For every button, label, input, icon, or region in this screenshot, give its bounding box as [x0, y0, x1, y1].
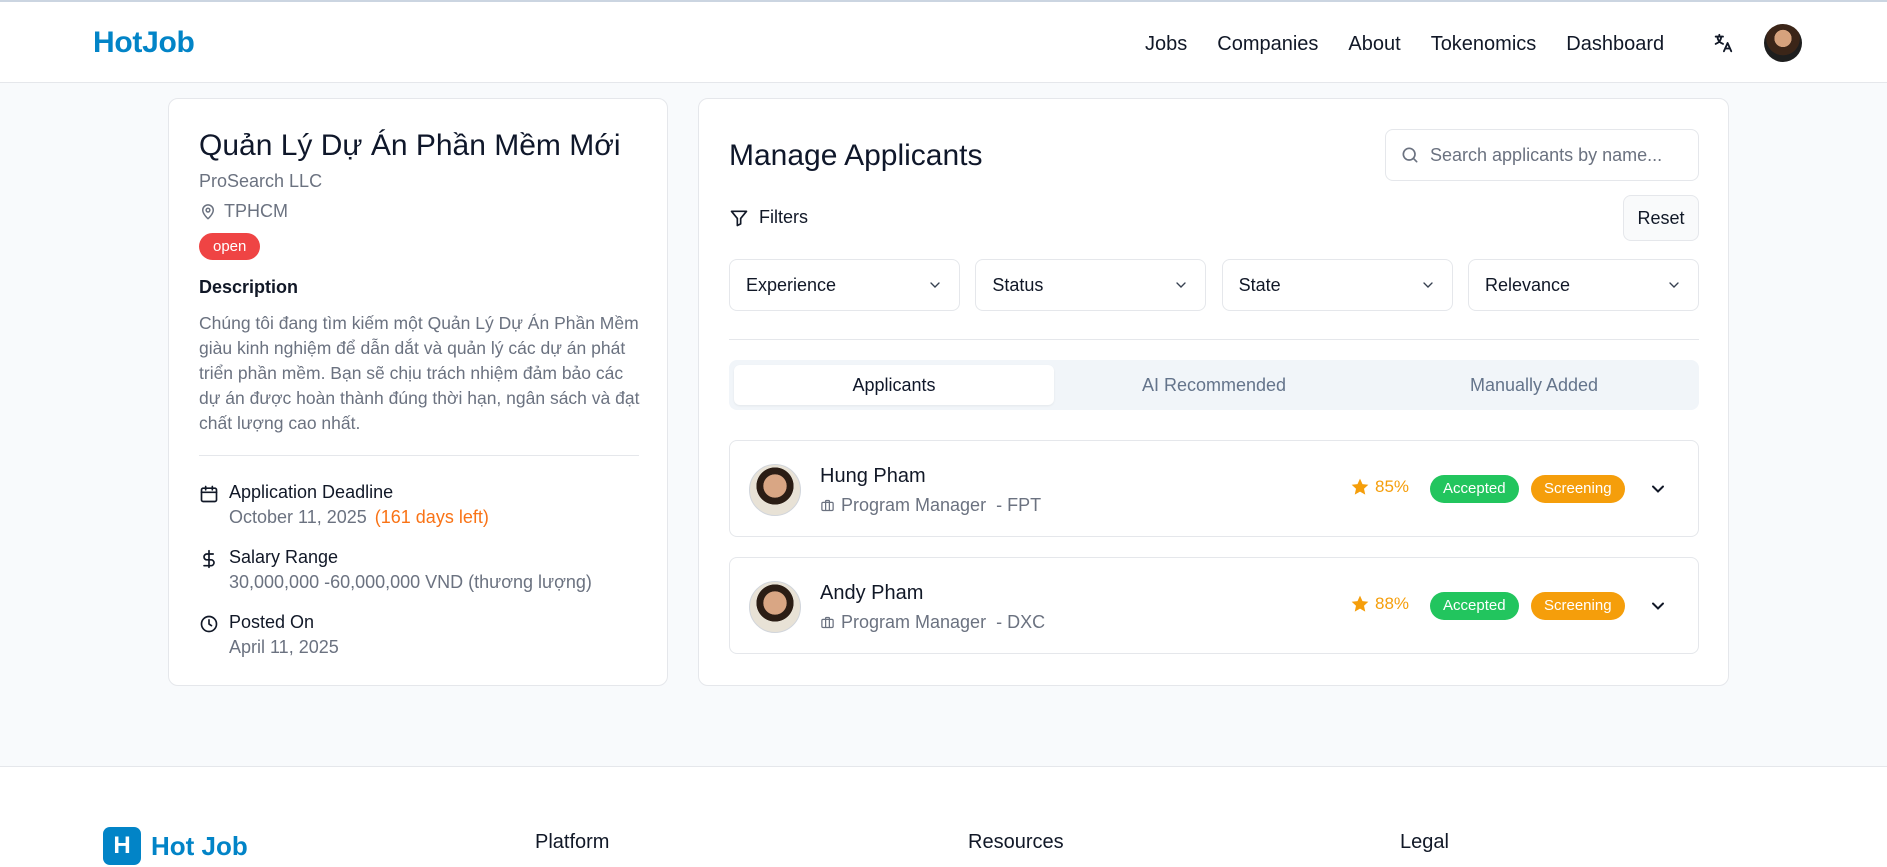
- nav-tokenomics[interactable]: Tokenomics: [1431, 30, 1537, 58]
- tab-applicants[interactable]: Applicants: [734, 365, 1054, 405]
- calendar-icon: [200, 485, 218, 503]
- chevron-down-icon: [1176, 282, 1186, 288]
- star-icon: [1351, 595, 1369, 612]
- briefcase-icon: [821, 499, 834, 512]
- tab-manually-added[interactable]: Manually Added: [1374, 365, 1694, 405]
- page-title: Manage Applicants: [729, 139, 983, 172]
- applicant-name: Hung Pham: [820, 465, 926, 487]
- relevance-select[interactable]: Relevance: [1467, 259, 1699, 311]
- filters-header: Filters: [729, 207, 808, 228]
- search-icon: [1402, 147, 1418, 163]
- filter-icon: [730, 210, 748, 226]
- salary-label: Salary Range: [229, 547, 339, 567]
- deadline-label: Application Deadline: [229, 482, 394, 502]
- search-box: [1385, 129, 1699, 181]
- logo-mark: H: [103, 827, 141, 865]
- status-badge: Accepted: [1430, 475, 1519, 503]
- job-location: TPHCM: [199, 201, 288, 222]
- select-label: Experience: [746, 274, 837, 295]
- applicant-tabs: Applicants AI Recommended Manually Added: [729, 360, 1699, 410]
- salary-section: Salary Range 30,000,000 -60,000,000 VND …: [199, 545, 592, 595]
- chevron-down-icon[interactable]: [1648, 596, 1668, 616]
- score-value: 88%: [1375, 594, 1410, 613]
- filter-selects: Experience Status State Relevance: [729, 259, 1699, 311]
- filters-label: Filters: [759, 207, 808, 227]
- footer-logo[interactable]: H Hot Job: [103, 827, 248, 865]
- divider: [729, 339, 1699, 340]
- manage-applicants-card: Manage Applicants Filters Reset Experien…: [698, 98, 1729, 686]
- tab-ai-recommended[interactable]: AI Recommended: [1054, 365, 1374, 405]
- reset-button[interactable]: Reset: [1623, 195, 1699, 241]
- posted-value: April 11, 2025: [229, 637, 339, 657]
- status-badge: open: [199, 233, 261, 260]
- briefcase-icon: [821, 616, 834, 629]
- applicant-role: Program Manager - DXC: [820, 612, 1045, 633]
- select-label: Status: [992, 274, 1044, 295]
- match-score: 88%: [1350, 594, 1409, 614]
- applicant-avatar: [749, 464, 801, 516]
- avatar[interactable]: [1764, 24, 1802, 62]
- posted-label: Posted On: [229, 612, 315, 632]
- chevron-down-icon[interactable]: [1648, 479, 1668, 499]
- applicant-role: Program Manager - FPT: [820, 495, 1041, 516]
- match-score: 85%: [1350, 477, 1409, 497]
- applicant-row[interactable]: Andy Pham Program Manager - DXC 88% Acce…: [729, 557, 1699, 654]
- description-heading: Description: [199, 277, 299, 297]
- days-left: (161 days left): [374, 507, 489, 527]
- chevron-down-icon: [930, 282, 940, 288]
- footer: H Hot Job Platform Resources Legal: [0, 766, 1887, 867]
- status-badge: Accepted: [1430, 592, 1519, 620]
- nav-companies[interactable]: Companies: [1217, 30, 1318, 58]
- nav-about[interactable]: About: [1348, 30, 1400, 58]
- status-select[interactable]: Status: [975, 259, 1207, 311]
- footer-heading-legal: Legal: [1400, 831, 1449, 853]
- company-text: - FPT: [996, 495, 1042, 515]
- job-title: Quản Lý Dự Án Phần Mềm Mới: [199, 129, 621, 162]
- company-name: ProSearch LLC: [199, 171, 323, 191]
- nav-jobs[interactable]: Jobs: [1145, 30, 1187, 58]
- top-navbar: HotJob Jobs Companies About Tokenomics D…: [0, 2, 1887, 83]
- logo-text: Hot Job: [151, 830, 248, 861]
- dollar-icon: [203, 549, 215, 569]
- clock-icon: [200, 615, 218, 633]
- footer-heading-resources: Resources: [968, 831, 1064, 853]
- stage-badge: Screening: [1531, 592, 1625, 620]
- map-pin-icon: [202, 203, 214, 219]
- score-value: 85%: [1375, 477, 1410, 496]
- chevron-down-icon: [1669, 282, 1679, 288]
- posted-section: Posted On April 11, 2025: [199, 610, 339, 660]
- search-input[interactable]: [1430, 144, 1680, 166]
- nav-dashboard[interactable]: Dashboard: [1566, 30, 1664, 58]
- company-text: - DXC: [996, 612, 1046, 632]
- role-text: Program Manager: [841, 495, 987, 515]
- divider: [199, 455, 639, 456]
- select-label: State: [1238, 274, 1281, 295]
- footer-heading-platform: Platform: [535, 831, 610, 853]
- location-text: TPHCM: [224, 201, 288, 221]
- chevron-down-icon: [1422, 282, 1433, 288]
- deadline-value: October 11, 2025: [229, 507, 367, 527]
- main-nav: Jobs Companies About Tokenomics Dashboar…: [1145, 30, 1694, 58]
- stage-badge: Screening: [1531, 475, 1625, 503]
- star-icon: [1351, 478, 1369, 495]
- deadline-section: Application Deadline October 11, 2025 (16…: [199, 480, 489, 530]
- applicant-name: Andy Pham: [820, 582, 924, 604]
- applicant-row[interactable]: Hung Pham Program Manager - FPT 85% Acce…: [729, 440, 1699, 537]
- salary-value: 30,000,000 -60,000,000 VND (thương lượng…: [229, 572, 592, 592]
- translate-icon[interactable]: [1712, 32, 1734, 54]
- role-text: Program Manager: [841, 612, 987, 632]
- logo[interactable]: HotJob: [93, 26, 195, 60]
- experience-select[interactable]: Experience: [729, 259, 960, 311]
- applicant-avatar: [749, 581, 801, 633]
- job-details-card: Quản Lý Dự Án Phần Mềm Mới ProSearch LLC…: [168, 98, 668, 686]
- select-label: Relevance: [1484, 274, 1571, 295]
- state-select[interactable]: State: [1221, 259, 1453, 311]
- job-description: Chúng tôi đang tìm kiếm một Quản Lý Dự Á…: [199, 313, 640, 433]
